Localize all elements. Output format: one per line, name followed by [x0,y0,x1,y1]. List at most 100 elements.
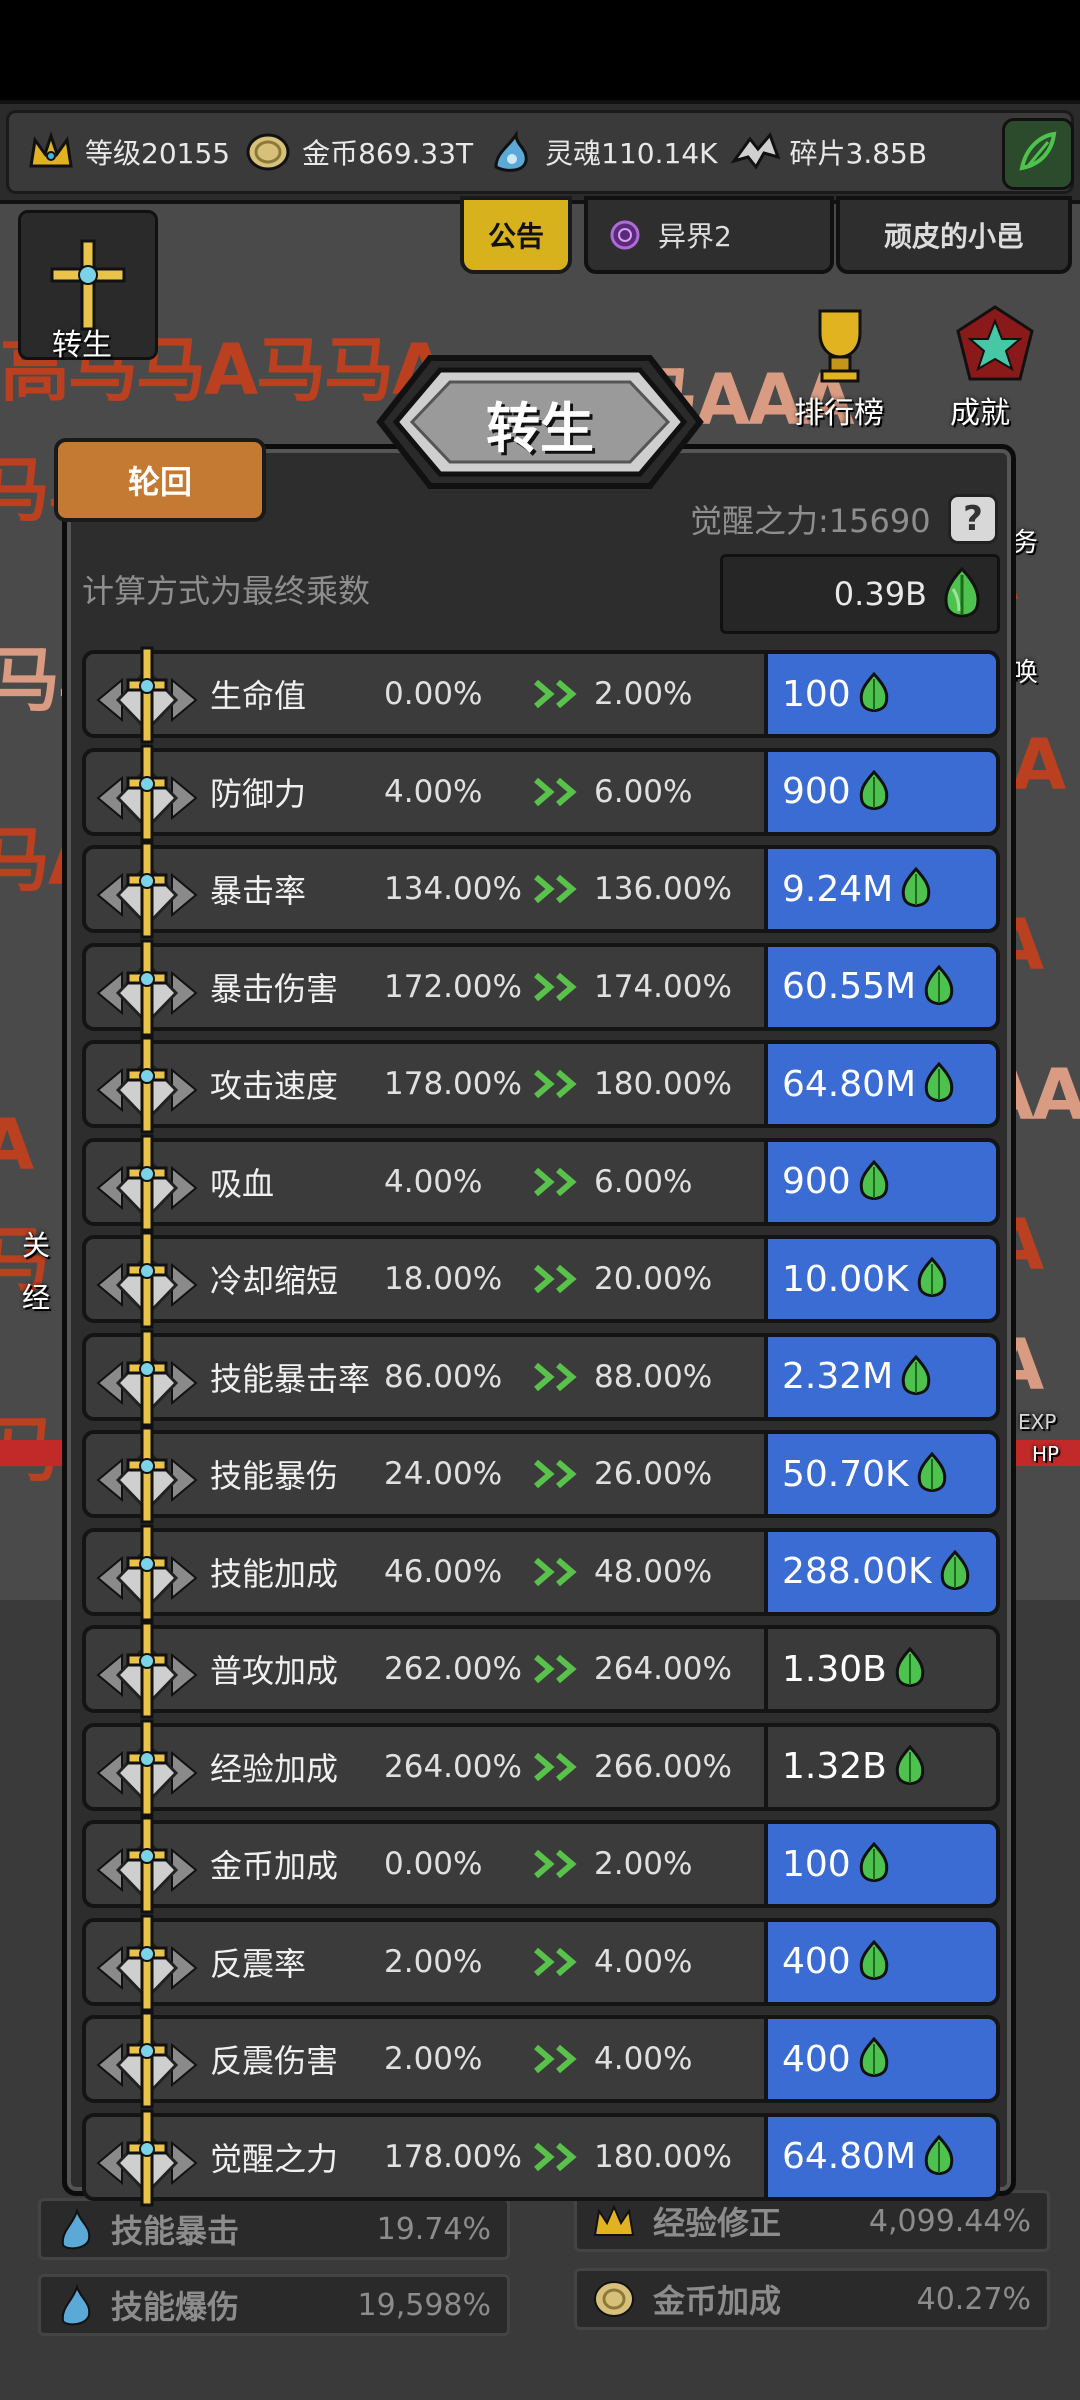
blue-flame-icon [55,2207,95,2251]
green-gem-icon [893,1647,927,1691]
calc-note: 计算方式为最终乘数 [82,572,371,610]
upgrade-cost-button[interactable]: 64.80M [764,2116,996,2197]
cost-value: 60.55M [782,966,917,1007]
current-value: 262.00% [384,1651,522,1687]
golden-cross-icon [92,1816,202,1916]
green-gem-icon [922,2134,956,2179]
green-gem-icon [857,1842,891,1886]
upgrade-name: 金币加成 [210,1847,339,1885]
golden-cross-icon [92,1524,202,1624]
double-arrow-icon [532,1458,584,1490]
upgrade-name: 反震伤害 [210,2042,339,2080]
next-value: 4.00% [594,1943,693,1980]
current-value: 4.00% [384,1163,483,1200]
double-arrow-icon [532,776,584,808]
current-value: 264.00% [384,1748,522,1785]
upgrade-cost-button[interactable]: 1.32B [764,1726,996,1807]
ranking-label: 排行榜 [794,396,884,431]
next-value: 180.00% [594,1066,732,1102]
upgrade-cost-button[interactable]: 2.32M [764,1336,996,1417]
upgrade-cost-button[interactable]: 900 [764,1141,996,1222]
upgrade-row: 技能暴伤 24.00% 26.00% 50.70K [82,1426,1000,1524]
upgrade-cost-button[interactable]: 50.70K [764,1434,996,1514]
upgrade-row: 金币加成 0.00% 2.00% 100 [82,1816,1000,1914]
golden-cross-icon [92,646,202,746]
green-gem-icon [939,566,985,631]
double-arrow-icon [532,1361,584,1393]
stat-value: 4,099.44% [868,2203,1031,2239]
hp-label: HP [1032,1442,1060,1466]
next-value: 266.00% [594,1748,732,1785]
stat-name: 经验修正 [653,2204,782,2242]
double-arrow-icon [532,2043,584,2075]
upgrade-name: 觉醒之力 [210,2139,339,2178]
fragment-resource: 碎片3.85B [728,124,927,180]
golden-cross-icon [92,744,202,844]
leaf-menu-button[interactable] [1002,118,1074,190]
upgrade-cost-button[interactable]: 60.55M [764,946,996,1027]
stat-value: 19.74% [376,2211,491,2247]
current-value: 46.00% [384,1553,503,1590]
trophy-icon [818,309,862,383]
upgrade-name: 冷却缩短 [210,1262,339,1300]
tab-reincarnation[interactable]: 轮回 [54,438,266,522]
upgrade-row: 普攻加成 262.00% 264.00% 1.30B [82,1621,1000,1719]
upgrade-row: 攻击速度 178.00% 180.00% 64.80M [82,1036,1000,1134]
double-arrow-icon [532,1653,584,1685]
leaf-icon [1014,128,1062,180]
town-tab[interactable]: 顽皮的小邑 [836,196,1072,274]
ranking-button[interactable] [790,296,890,396]
golden-cross-icon [92,841,202,941]
upgrade-cost-button[interactable]: 1.30B [764,1629,996,1709]
next-value: 136.00% [594,871,732,907]
current-value: 0.00% [384,676,483,712]
double-arrow-icon [532,873,584,905]
upgrade-row: 防御力 4.00% 6.00% 900 [82,744,1000,841]
upgrade-row: 暴击伤害 172.00% 174.00% 60.55M [82,939,1000,1036]
upgrade-name: 普攻加成 [210,1652,339,1690]
golden-cross-icon [92,2109,202,2209]
cost-value: 900 [782,1161,851,1202]
upgrade-name: 经验加成 [210,1749,339,1788]
upgrade-row: 觉醒之力 178.00% 180.00% 64.80M [82,2109,1000,2206]
green-gem-icon [857,1939,891,1984]
notice-button[interactable]: 公告 [460,196,572,274]
green-gem-icon [938,1549,972,1594]
upgrade-row: 生命值 0.00% 2.00% 100 [82,646,1000,744]
double-arrow-icon [532,1946,584,1978]
dialog-title: 转生 [486,396,594,460]
golden-cross-icon [92,1036,202,1136]
stat-row-gold-bonus: 金币加成 40.27% [574,2268,1050,2330]
golden-cross-icon [92,2011,202,2111]
upgrade-cost-button[interactable]: 400 [764,2019,996,2099]
upgrade-cost-button[interactable]: 100 [764,654,996,734]
upgrade-cost-button[interactable]: 400 [764,1921,996,2002]
current-value: 178.00% [384,2138,522,2175]
soul-resource: 灵魂110.14K [483,124,718,180]
stat-value: 19,598% [357,2287,491,2323]
cost-value: 9.24M [782,868,894,910]
star-badge-icon [956,305,1034,381]
upgrade-cost-button[interactable]: 900 [764,751,996,832]
cost-value: 100 [782,673,851,715]
upgrade-cost-button[interactable]: 100 [764,1824,996,1904]
upgrade-cost-button[interactable]: 10.00K [764,1239,996,1319]
current-value: 2.00% [384,1943,483,1980]
upgrade-cost-button[interactable]: 9.24M [764,849,996,929]
side-label-guan: 关 [22,1229,51,1262]
upgrade-cost-button[interactable]: 64.80M [764,1044,996,1124]
total-gem-box: 0.39B [720,554,1000,634]
stat-name: 技能暴击 [111,2212,240,2250]
double-arrow-icon [532,1848,584,1880]
realm-tab[interactable]: 异界2 [584,196,834,274]
help-button[interactable]: ? [948,494,998,544]
achievement-button[interactable] [940,296,1050,396]
cost-value: 1.30B [782,1648,887,1690]
double-arrow-icon [532,971,584,1003]
upgrade-cost-button[interactable]: 288.00K [764,1531,996,1612]
current-value: 0.00% [384,1846,483,1882]
stat-name: 金币加成 [653,2282,782,2320]
portal-icon [608,218,642,252]
upgrade-name: 技能加成 [210,1554,339,1593]
upgrade-name: 暴击率 [210,872,307,910]
